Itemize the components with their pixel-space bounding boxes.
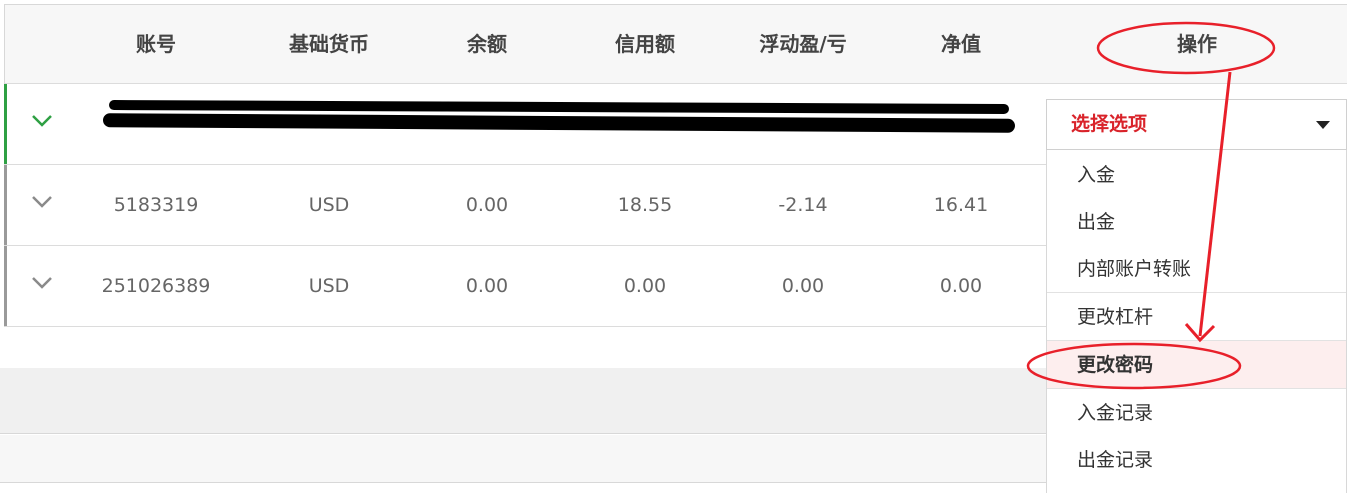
cell-pnl: 0.00 (781, 275, 825, 297)
cell-account: 5183319 (113, 194, 199, 216)
cell-balance: 0.00 (465, 275, 509, 297)
cell-credit: 0.00 (623, 275, 667, 297)
header-credit: 信用额 (615, 32, 675, 56)
row-indicator (4, 246, 7, 326)
header-balance: 余额 (467, 32, 507, 56)
actions-select[interactable]: 选择选项 (1046, 99, 1347, 150)
actions-select-value: 选择选项 (1071, 113, 1148, 135)
menu-item-internal-transfer[interactable]: 内部账户转账 (1047, 245, 1346, 293)
header-floating-pnl: 浮动盈/亏 (759, 32, 847, 56)
menu-item-withdraw[interactable]: 出金 (1047, 198, 1346, 246)
menu-item-change-leverage[interactable]: 更改杠杆 (1047, 292, 1346, 340)
section-band (0, 435, 1046, 483)
cell-currency: USD (308, 194, 350, 216)
cell-credit: 18.55 (617, 194, 673, 216)
row-active-indicator (4, 84, 7, 164)
redaction-mark (102, 113, 1016, 133)
section-band (0, 368, 1046, 434)
redaction-mark (108, 100, 1010, 114)
menu-item-deposit[interactable]: 入金 (1047, 151, 1346, 199)
row-indicator (4, 165, 7, 245)
menu-item-change-password[interactable]: 更改密码 (1047, 340, 1346, 388)
chevron-down-icon[interactable] (31, 195, 53, 209)
cell-balance: 0.00 (465, 194, 509, 216)
actions-dropdown-menu: 入金 出金 内部账户转账 更改杠杆 更改密码 入金记录 出金记录 (1046, 150, 1347, 493)
cell-account: 251026389 (101, 275, 211, 297)
cell-equity: 16.41 (933, 194, 989, 216)
caret-down-icon (1316, 121, 1330, 129)
table-header: 账号 基础货币 余额 信用额 浮动盈/亏 净值 操作 (5, 5, 1347, 84)
header-actions: 操作 (1177, 32, 1217, 56)
menu-item-withdraw-history[interactable]: 出金记录 (1047, 436, 1346, 484)
header-base-currency: 基础货币 (289, 32, 369, 56)
chevron-down-icon[interactable] (31, 114, 53, 128)
cell-pnl: -2.14 (778, 194, 828, 216)
cell-currency: USD (308, 275, 350, 297)
header-equity: 净值 (941, 32, 981, 56)
cell-equity: 0.00 (939, 275, 983, 297)
header-account: 账号 (136, 32, 176, 56)
menu-item-deposit-history[interactable]: 入金记录 (1047, 388, 1346, 436)
chevron-down-icon[interactable] (31, 276, 53, 290)
